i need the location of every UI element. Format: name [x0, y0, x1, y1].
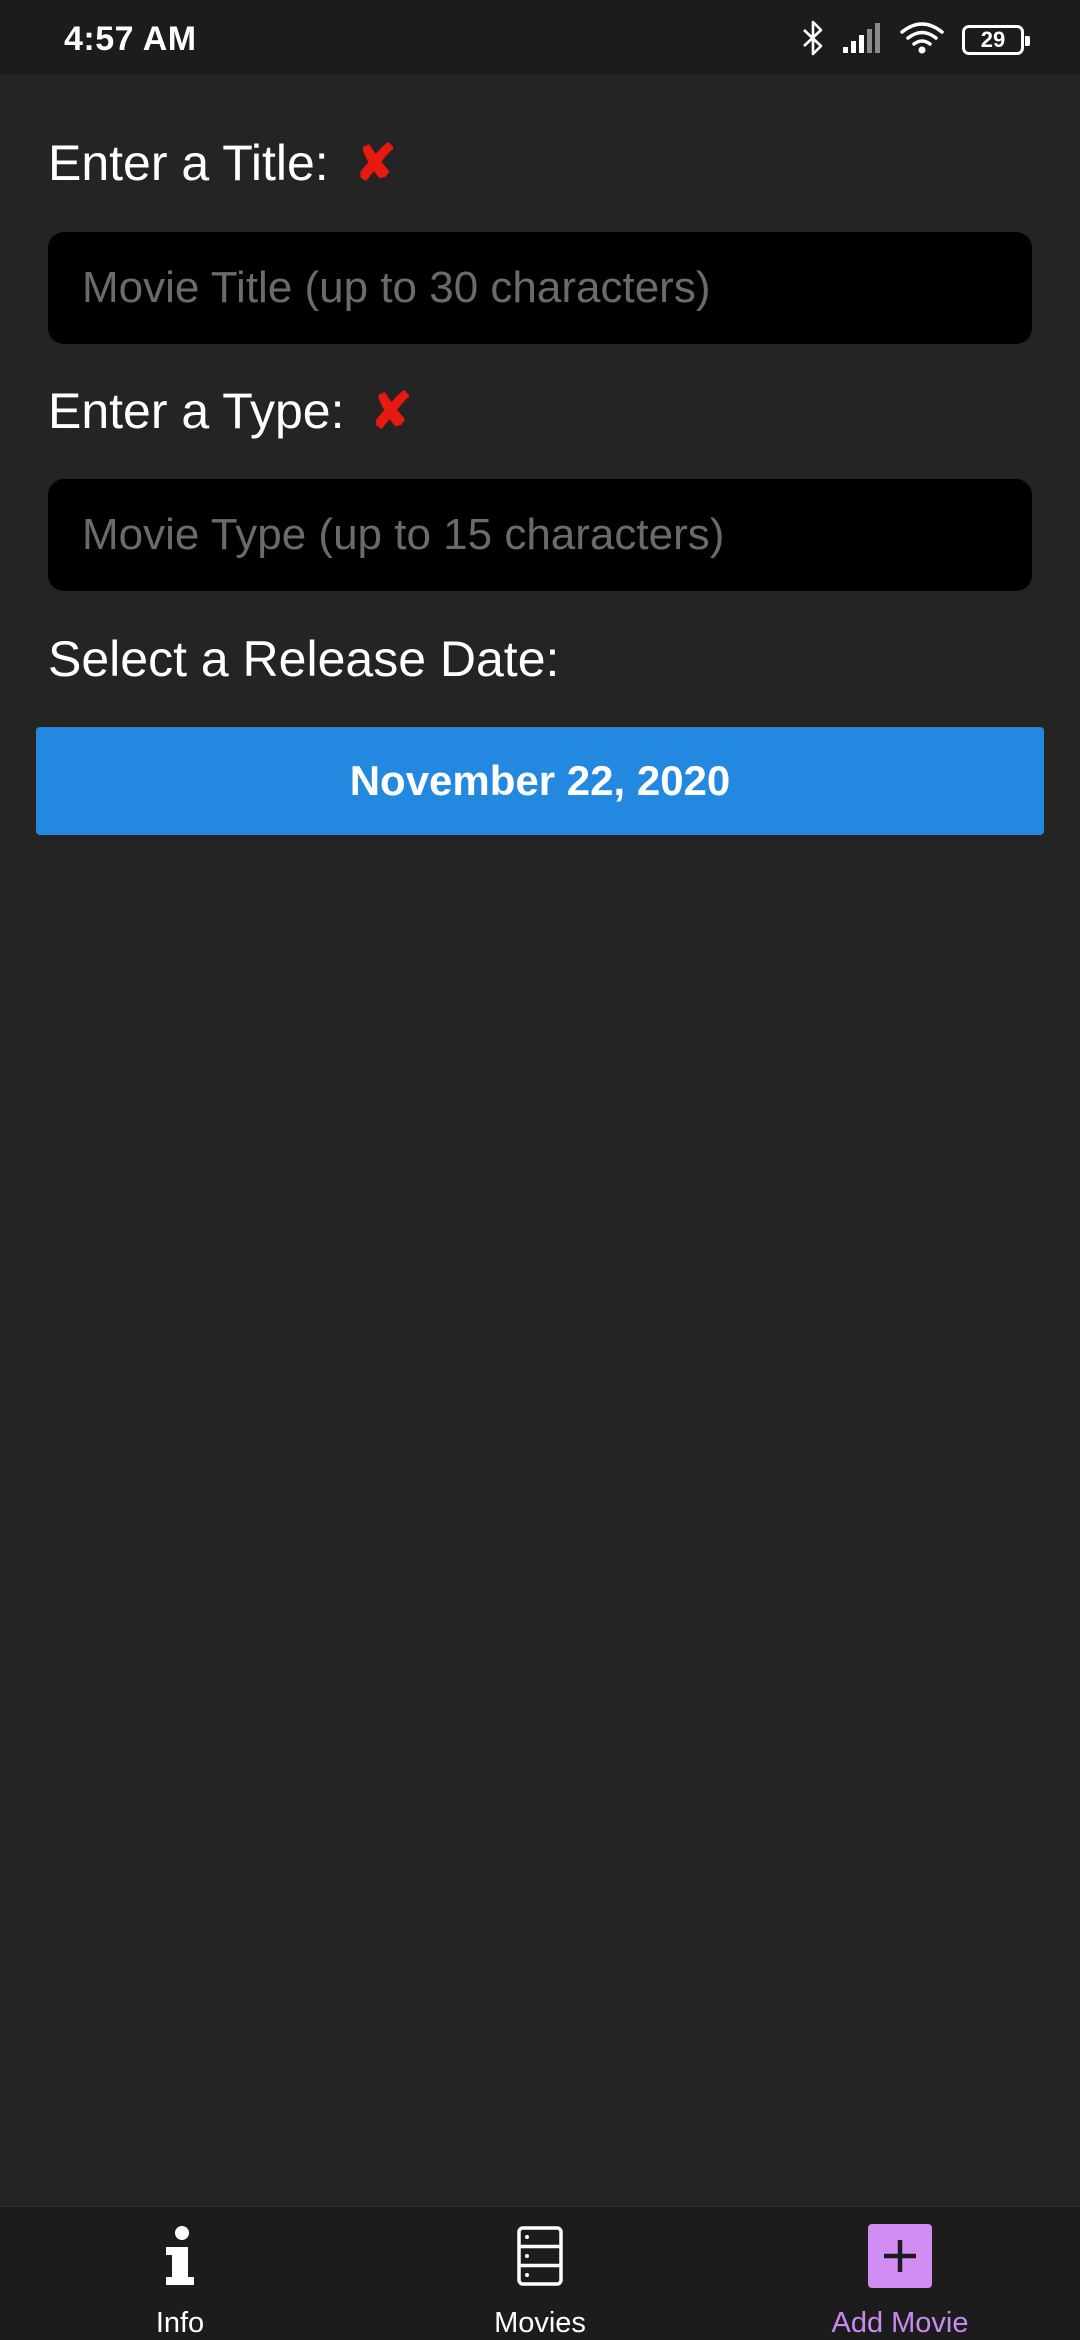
info-icon [145, 2221, 215, 2291]
wifi-icon [900, 21, 944, 60]
title-label: Enter a Title: [48, 135, 329, 191]
bottom-tab-bar: Info Movies Add Movie [0, 2206, 1080, 2340]
movie-type-input[interactable] [48, 479, 1032, 591]
tab-add-movie-label: Add Movie [831, 2307, 969, 2339]
type-invalid-icon: ✘ [370, 383, 413, 439]
movie-title-input[interactable] [48, 232, 1032, 344]
type-label-row: Enter a Type: ✘ [48, 382, 412, 440]
battery-level: 29 [980, 27, 1006, 52]
tab-movies-label: Movies [494, 2307, 586, 2339]
tab-info-label: Info [155, 2307, 205, 2339]
status-time: 4:57 AM [64, 20, 197, 58]
tab-info[interactable]: Info [0, 2207, 360, 2340]
plus-icon [865, 2221, 935, 2291]
release-date-label: Select a Release Date: [48, 631, 560, 687]
title-label-row: Enter a Title: ✘ [48, 134, 397, 192]
battery-icon: 29 [962, 25, 1030, 55]
bluetooth-icon [802, 20, 824, 61]
add-movie-icon-box [868, 2224, 932, 2288]
add-movie-screen: 4:57 AM 29 Enter a Title: ✘ Movie Title … [0, 0, 1080, 2340]
status-icons: 29 [802, 20, 1030, 61]
cellular-signal-icon [842, 22, 882, 59]
release-date-label-row: Select a Release Date: [48, 630, 559, 688]
tab-movies[interactable]: Movies [360, 2207, 720, 2340]
release-date-button[interactable]: November 22, 2020 [36, 727, 1044, 835]
status-bar: 4:57 AM 29 [0, 0, 1080, 74]
type-label: Enter a Type: [48, 383, 345, 439]
server-list-icon [505, 2221, 575, 2291]
title-invalid-icon: ✘ [354, 135, 397, 191]
tab-add-movie[interactable]: Add Movie [720, 2207, 1080, 2340]
